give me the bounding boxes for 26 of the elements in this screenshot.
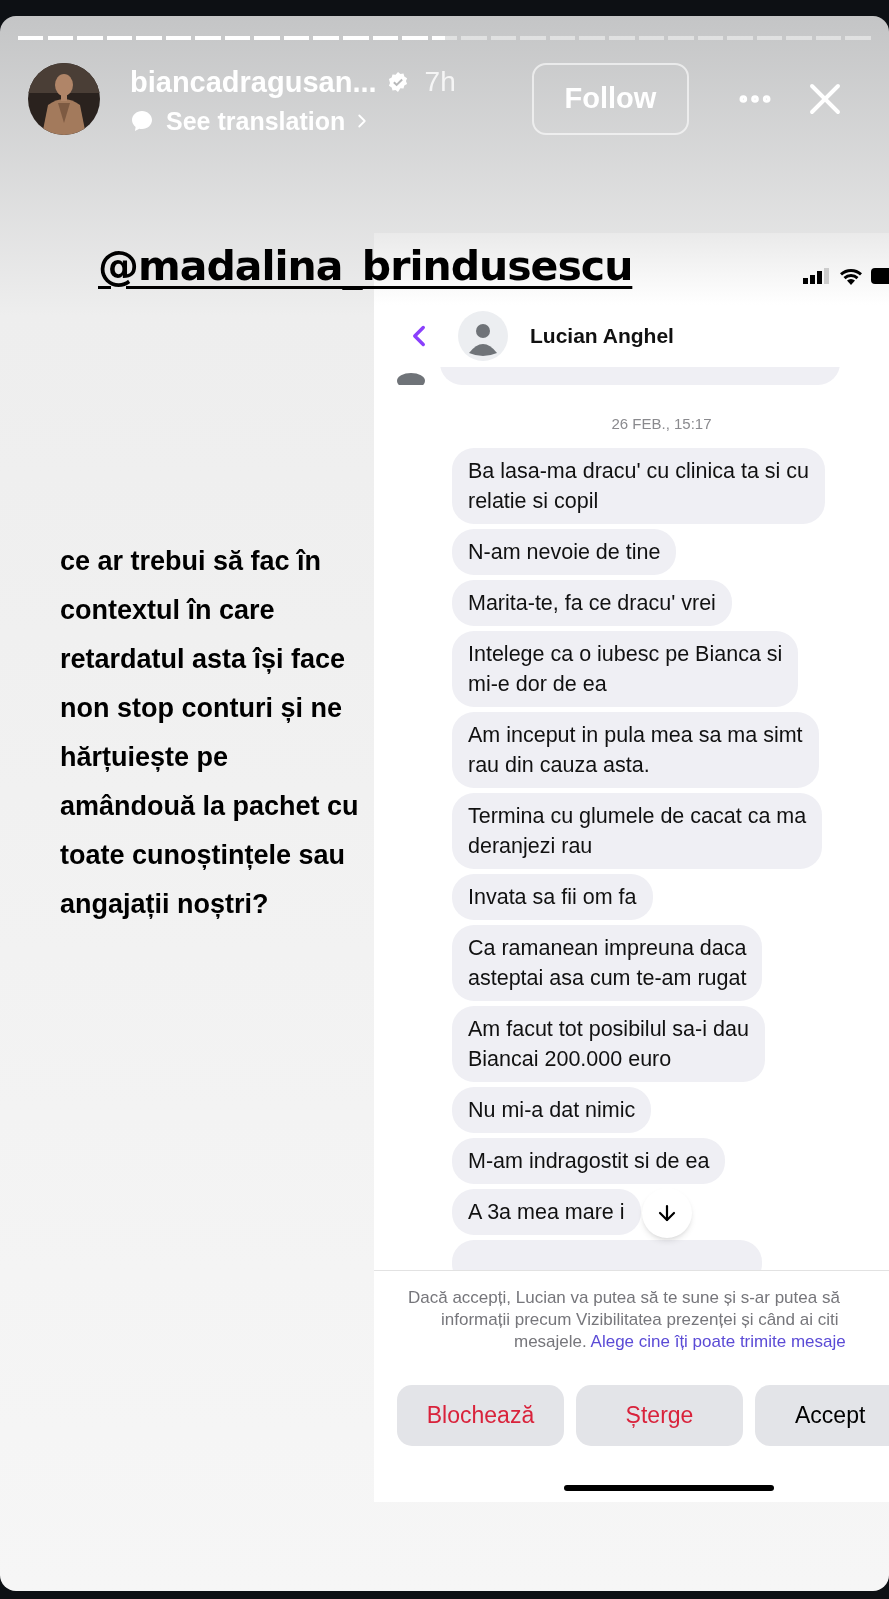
message-bubble: Nu mi-a dat nimic [452,1086,652,1133]
message-bubble: A 3a mea mare i [452,1188,641,1235]
scroll-down-button[interactable] [642,1187,692,1238]
message-bubble: Ca ramanean impreuna daca asteptai asa cum te-am rugat [452,924,763,1001]
mention-tag[interactable]: @madalina_brindusescu [98,239,633,293]
message-bubble: N-am nevoie de tine [452,528,677,575]
message-bubble: Am facut tot posibilul sa-i dau Biancai 200.000 euro [452,1005,765,1082]
signal-icon [803,268,831,284]
message-bubble: M-am indragostit si de ea [452,1137,726,1184]
action-button[interactable]: Blochează [397,1385,564,1446]
message-bubble: Invata sa fii om fa [452,873,653,920]
action-button[interactable]: Șterge [576,1385,743,1446]
message-bubble: Termina cu glumele de cacat ca ma deranjezi rau [452,792,823,869]
action-button[interactable]: Accept [755,1385,889,1446]
message-bubble: Intelege ca o iubesc pe Bianca si mi-e dor de ea [452,630,799,707]
message-bubble: Ba lasa-ma dracu' cu clinica ta si cu relatie si copil [452,447,826,524]
message-bubble: Marita-te, fa ce dracu' vrei [452,579,732,626]
speech-bubble-icon [130,109,154,133]
date-divider: 26 FEB., 15:17 [611,414,712,434]
wifi-icon [839,267,863,285]
message-request-notice: Dacă accepți, Lucian va putea să te sune și s-ar putea să informații precum Vizibilitatea prezenței și când ai citi mesajele. Alege cine îți poate trimite mesaje [407,1287,847,1353]
battery-icon [871,267,889,285]
contact-name: Lucian Anghel [530,323,674,350]
story-caption: ce ar trebui să fac în contextul în care retardatul asta își face non stop conturi și ne hărțuiește pe amândouă la pachet cu toate cunoștințele sau angajații noștri? [60,545,360,921]
message-bubble: Am inceput in pula mea sa ma simt rau din cauza asta. [452,711,819,788]
message-settings-link[interactable]: Alege cine îți poate trimite mesaje [590,1332,846,1351]
